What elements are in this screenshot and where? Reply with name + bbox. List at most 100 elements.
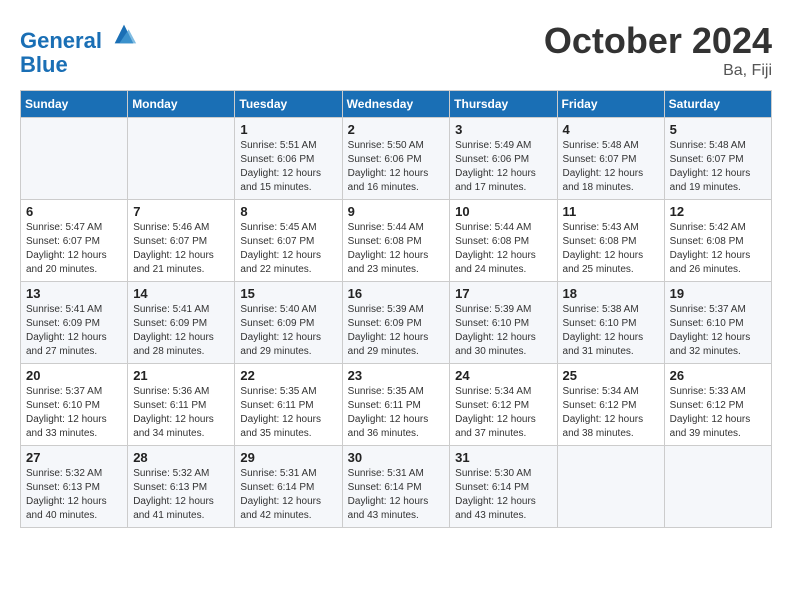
day-number: 5 — [670, 122, 766, 137]
day-info: Sunrise: 5:36 AMSunset: 6:11 PMDaylight:… — [133, 385, 229, 441]
day-number: 17 — [455, 286, 551, 301]
day-number: 10 — [455, 204, 551, 219]
day-info: Sunrise: 5:41 AMSunset: 6:09 PMDaylight:… — [26, 303, 122, 359]
weekday-header-monday: Monday — [128, 91, 235, 118]
calendar-cell: 26 Sunrise: 5:33 AMSunset: 6:12 PMDayligh… — [664, 364, 771, 446]
day-info: Sunrise: 5:35 AMSunset: 6:11 PMDaylight:… — [348, 385, 445, 441]
day-number: 13 — [26, 286, 122, 301]
calendar-cell: 22Sunrise: 5:35 AMSunset: 6:11 PMDayligh… — [235, 364, 342, 446]
day-info: Sunrise: 5:33 AMSunset: 6:12 PMDaylight:… — [670, 385, 766, 441]
day-info: Sunrise: 5:49 AMSunset: 6:06 PMDaylight:… — [455, 139, 551, 195]
logo-icon — [110, 20, 138, 48]
day-info: Sunrise: 5:43 AMSunset: 6:08 PMDaylight:… — [563, 221, 659, 277]
day-number: 30 — [348, 450, 445, 465]
day-info: Sunrise: 5:38 AMSunset: 6:10 PMDaylight:… — [563, 303, 659, 359]
calendar-cell: 12Sunrise: 5:42 AMSunset: 6:08 PMDayligh… — [664, 200, 771, 282]
calendar-cell: 31 Sunrise: 5:30 AMSunset: 6:14 PMDayligh… — [450, 446, 557, 528]
month-title: October 2024 — [544, 20, 772, 62]
day-info: Sunrise: 5:47 AMSunset: 6:07 PMDaylight:… — [26, 221, 122, 277]
day-number: 26 — [670, 368, 766, 383]
day-info: Sunrise: 5:30 AMSunset: 6:14 PMDaylight:… — [455, 467, 551, 523]
day-info: Sunrise: 5:31 AMSunset: 6:14 PMDaylight:… — [348, 467, 445, 523]
calendar-cell: 1 Sunrise: 5:51 AMSunset: 6:06 PMDaylight… — [235, 118, 342, 200]
day-number: 24 — [455, 368, 551, 383]
day-info: Sunrise: 5:51 AMSunset: 6:06 PMDaylight:… — [240, 139, 336, 195]
day-info: Sunrise: 5:37 AMSunset: 6:10 PMDaylight:… — [26, 385, 122, 441]
day-info: Sunrise: 5:48 AMSunset: 6:07 PMDaylight:… — [670, 139, 766, 195]
day-info: Sunrise: 5:37 AMSunset: 6:10 PMDaylight:… — [670, 303, 766, 359]
calendar-cell: 9 Sunrise: 5:44 AMSunset: 6:08 PMDaylight… — [342, 200, 450, 282]
day-number: 19 — [670, 286, 766, 301]
weekday-header-friday: Friday — [557, 91, 664, 118]
day-number: 25 — [563, 368, 659, 383]
day-number: 27 — [26, 450, 122, 465]
logo: General Blue — [20, 20, 138, 77]
day-info: Sunrise: 5:44 AMSunset: 6:08 PMDaylight:… — [348, 221, 445, 277]
calendar-week-3: 13 Sunrise: 5:41 AMSunset: 6:09 PMDayligh… — [21, 282, 772, 364]
calendar-cell: 23 Sunrise: 5:35 AMSunset: 6:11 PMDayligh… — [342, 364, 450, 446]
calendar-cell: 29 Sunrise: 5:31 AMSunset: 6:14 PMDayligh… — [235, 446, 342, 528]
calendar-cell: 27 Sunrise: 5:32 AMSunset: 6:13 PMDayligh… — [21, 446, 128, 528]
calendar-cell — [557, 446, 664, 528]
weekday-header-wednesday: Wednesday — [342, 91, 450, 118]
page-header: General Blue October 2024 Ba, Fiji — [20, 20, 772, 80]
day-number: 3 — [455, 122, 551, 137]
logo-blue: Blue — [20, 53, 138, 77]
weekday-header-row: SundayMondayTuesdayWednesdayThursdayFrid… — [21, 91, 772, 118]
day-info: Sunrise: 5:32 AMSunset: 6:13 PMDaylight:… — [133, 467, 229, 523]
day-info: Sunrise: 5:34 AMSunset: 6:12 PMDaylight:… — [563, 385, 659, 441]
calendar-week-5: 27 Sunrise: 5:32 AMSunset: 6:13 PMDayligh… — [21, 446, 772, 528]
day-info: Sunrise: 5:44 AMSunset: 6:08 PMDaylight:… — [455, 221, 551, 277]
day-info: Sunrise: 5:41 AMSunset: 6:09 PMDaylight:… — [133, 303, 229, 359]
day-number: 15 — [240, 286, 336, 301]
calendar-cell: 6 Sunrise: 5:47 AMSunset: 6:07 PMDaylight… — [21, 200, 128, 282]
day-number: 16 — [348, 286, 445, 301]
calendar-cell: 28Sunrise: 5:32 AMSunset: 6:13 PMDayligh… — [128, 446, 235, 528]
day-info: Sunrise: 5:50 AMSunset: 6:06 PMDaylight:… — [348, 139, 445, 195]
calendar-cell: 30 Sunrise: 5:31 AMSunset: 6:14 PMDayligh… — [342, 446, 450, 528]
day-info: Sunrise: 5:31 AMSunset: 6:14 PMDaylight:… — [240, 467, 336, 523]
weekday-header-saturday: Saturday — [664, 91, 771, 118]
calendar-cell: 25 Sunrise: 5:34 AMSunset: 6:12 PMDayligh… — [557, 364, 664, 446]
calendar-cell: 2 Sunrise: 5:50 AMSunset: 6:06 PMDaylight… — [342, 118, 450, 200]
day-info: Sunrise: 5:32 AMSunset: 6:13 PMDaylight:… — [26, 467, 122, 523]
calendar-cell: 17 Sunrise: 5:39 AMSunset: 6:10 PMDayligh… — [450, 282, 557, 364]
day-number: 9 — [348, 204, 445, 219]
calendar-cell — [128, 118, 235, 200]
day-number: 21 — [133, 368, 229, 383]
day-number: 8 — [240, 204, 336, 219]
calendar-cell: 10 Sunrise: 5:44 AMSunset: 6:08 PMDayligh… — [450, 200, 557, 282]
location: Ba, Fiji — [544, 62, 772, 80]
calendar-cell: 16 Sunrise: 5:39 AMSunset: 6:09 PMDayligh… — [342, 282, 450, 364]
calendar-cell: 20 Sunrise: 5:37 AMSunset: 6:10 PMDayligh… — [21, 364, 128, 446]
day-info: Sunrise: 5:48 AMSunset: 6:07 PMDaylight:… — [563, 139, 659, 195]
calendar-cell: 5 Sunrise: 5:48 AMSunset: 6:07 PMDaylight… — [664, 118, 771, 200]
calendar-cell: 8Sunrise: 5:45 AMSunset: 6:07 PMDaylight… — [235, 200, 342, 282]
day-number: 2 — [348, 122, 445, 137]
logo-text: General — [20, 20, 138, 53]
calendar-cell: 13 Sunrise: 5:41 AMSunset: 6:09 PMDayligh… — [21, 282, 128, 364]
calendar-cell — [21, 118, 128, 200]
day-info: Sunrise: 5:46 AMSunset: 6:07 PMDaylight:… — [133, 221, 229, 277]
day-number: 18 — [563, 286, 659, 301]
calendar-week-4: 20 Sunrise: 5:37 AMSunset: 6:10 PMDayligh… — [21, 364, 772, 446]
day-info: Sunrise: 5:39 AMSunset: 6:09 PMDaylight:… — [348, 303, 445, 359]
day-info: Sunrise: 5:39 AMSunset: 6:10 PMDaylight:… — [455, 303, 551, 359]
day-number: 14 — [133, 286, 229, 301]
title-area: October 2024 Ba, Fiji — [544, 20, 772, 80]
day-info: Sunrise: 5:42 AMSunset: 6:08 PMDaylight:… — [670, 221, 766, 277]
calendar-cell: 3 Sunrise: 5:49 AMSunset: 6:06 PMDaylight… — [450, 118, 557, 200]
day-info: Sunrise: 5:34 AMSunset: 6:12 PMDaylight:… — [455, 385, 551, 441]
calendar-table: SundayMondayTuesdayWednesdayThursdayFrid… — [20, 90, 772, 528]
calendar-cell: 14 Sunrise: 5:41 AMSunset: 6:09 PMDayligh… — [128, 282, 235, 364]
weekday-header-thursday: Thursday — [450, 91, 557, 118]
day-number: 23 — [348, 368, 445, 383]
day-number: 29 — [240, 450, 336, 465]
calendar-cell: 4Sunrise: 5:48 AMSunset: 6:07 PMDaylight… — [557, 118, 664, 200]
calendar-cell — [664, 446, 771, 528]
day-number: 6 — [26, 204, 122, 219]
day-number: 1 — [240, 122, 336, 137]
day-number: 20 — [26, 368, 122, 383]
day-number: 31 — [455, 450, 551, 465]
weekday-header-sunday: Sunday — [21, 91, 128, 118]
